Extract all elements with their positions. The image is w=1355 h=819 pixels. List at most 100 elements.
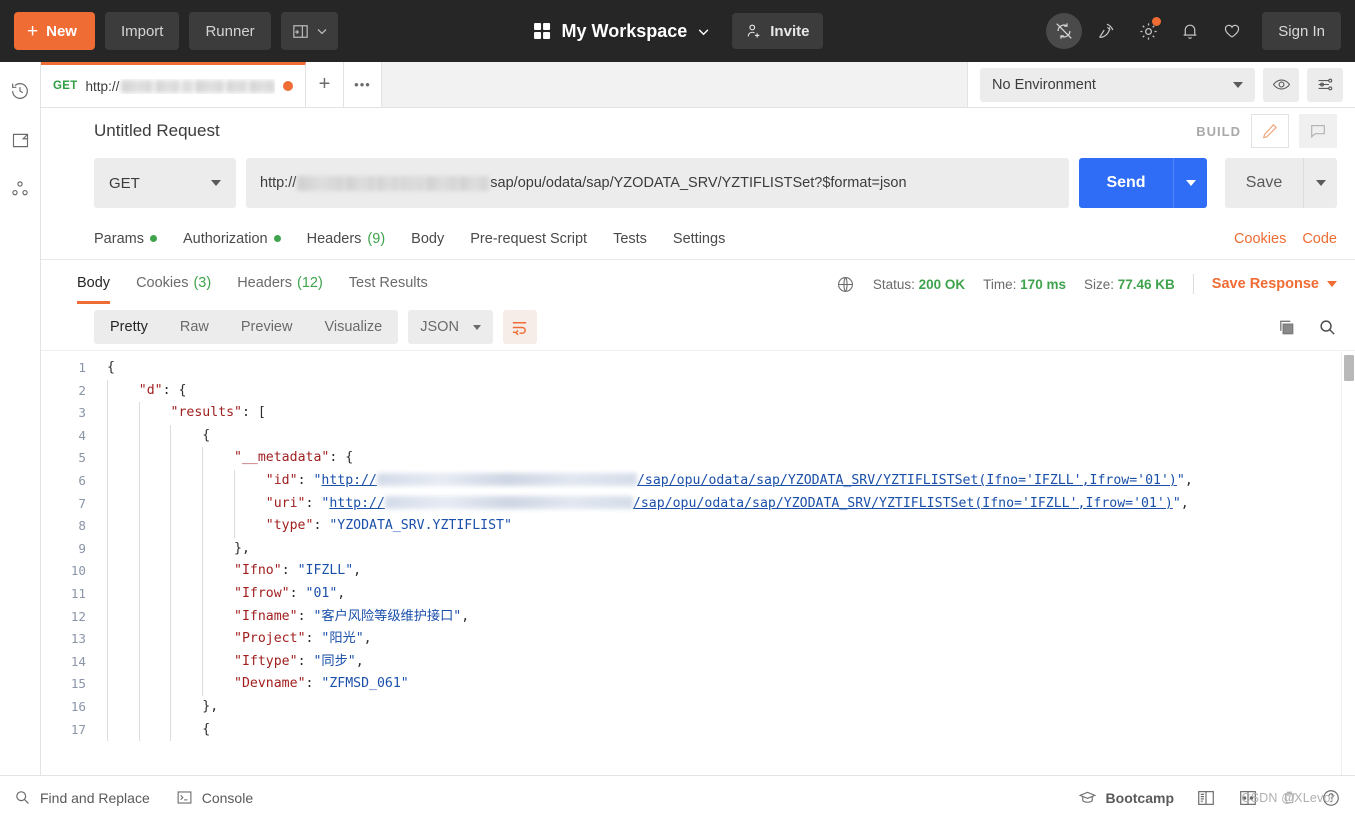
unsaved-changes-dot: [283, 81, 293, 91]
sidebar-item-apis[interactable]: [7, 176, 33, 202]
code-link[interactable]: Code: [1302, 231, 1337, 247]
environment-quick-look-button[interactable]: [1263, 67, 1299, 102]
response-scrollbar[interactable]: [1341, 351, 1355, 775]
indent-guide: [170, 424, 172, 448]
copy-icon[interactable]: [1277, 318, 1296, 337]
search-icon[interactable]: [1318, 318, 1337, 337]
tabs-more-button[interactable]: •••: [344, 62, 382, 107]
code-line: 7 "uri": " http:// /sap/opu/odata/sap/YZOD…: [41, 492, 1341, 516]
find-and-replace-label: Find and Replace: [40, 789, 150, 806]
url-input[interactable]: http:// sap/opu/odata/sap/YZODATA_SRV/YZ…: [246, 158, 1069, 208]
code-token[interactable]: /sap/opu/odata/sap/YZODATA_SRV/YZTIFLIST…: [637, 473, 1177, 488]
globe-icon[interactable]: [836, 275, 855, 294]
send-button-group: Send: [1079, 158, 1207, 208]
url-prefix: http://: [260, 175, 297, 191]
new-window-icon: [291, 22, 310, 41]
workspace-selector[interactable]: My Workspace: [532, 21, 711, 42]
tab-settings[interactable]: Settings: [673, 231, 725, 247]
ellipsis-icon: •••: [354, 77, 371, 92]
workspace-area: My Workspace Invite: [532, 13, 824, 49]
save-button[interactable]: Save: [1225, 158, 1303, 208]
code-token[interactable]: http://: [321, 473, 377, 488]
tab-tests[interactable]: Tests: [613, 231, 647, 247]
bootcamp-button[interactable]: Bootcamp: [1078, 788, 1174, 807]
tab-pre-request-script[interactable]: Pre-request Script: [470, 231, 587, 247]
code-text: {: [99, 425, 1341, 448]
console-button[interactable]: Console: [176, 789, 253, 806]
tab-params[interactable]: Params: [94, 231, 157, 247]
save-options-button[interactable]: [1303, 158, 1337, 208]
tab-label: Settings: [672, 230, 726, 247]
code-text: },: [99, 696, 1341, 719]
notifications-button[interactable]: [1172, 13, 1208, 49]
indent-guide: [138, 537, 140, 561]
trash-icon[interactable]: [1280, 788, 1299, 807]
send-button[interactable]: Send: [1079, 158, 1173, 208]
indent-guide: [233, 515, 235, 538]
response-tab-test-results[interactable]: Test Results: [349, 264, 428, 304]
line-number: 13: [70, 631, 86, 647]
scrollbar-thumb[interactable]: [1344, 355, 1354, 381]
import-button[interactable]: Import: [104, 12, 180, 50]
settings-button[interactable]: [1130, 13, 1166, 49]
indent-guide: [170, 560, 172, 583]
code-token[interactable]: http://: [329, 496, 385, 511]
indent-guide: [138, 695, 140, 719]
environment-settings-button[interactable]: [1307, 67, 1343, 102]
satellite-button[interactable]: [1088, 13, 1124, 49]
find-and-replace-button[interactable]: Find and Replace: [14, 789, 150, 806]
send-options-button[interactable]: [1173, 158, 1207, 208]
tab-label: Test Results: [348, 274, 428, 291]
code-line-content: {: [99, 718, 1341, 742]
size-label: Size:: [1083, 276, 1114, 292]
new-tab-button[interactable]: +: [306, 62, 344, 107]
view-mode-pretty[interactable]: Pretty: [94, 310, 164, 344]
split-pane-view-icon[interactable]: [1238, 788, 1258, 808]
sidebar-item-history[interactable]: [7, 78, 33, 104]
blurred-url-segment: [225, 79, 247, 93]
view-mode-preview[interactable]: Preview: [225, 310, 309, 344]
runner-button[interactable]: Runner: [189, 12, 271, 50]
open-new-window-button[interactable]: [280, 12, 338, 50]
sign-in-button[interactable]: Sign In: [1262, 12, 1341, 50]
tab-authorization[interactable]: Authorization: [183, 231, 281, 247]
response-tab-headers[interactable]: Headers (12): [237, 264, 323, 304]
invite-label: Invite: [770, 22, 810, 40]
request-tabs-links: Cookies Code: [1234, 231, 1337, 247]
code-line: 13 "Project": "阳光",: [41, 628, 1341, 651]
request-tab-active[interactable]: GET http://: [41, 62, 306, 107]
sidebar-item-collections[interactable]: [7, 127, 33, 153]
code-text: {: [99, 719, 1341, 742]
code-token[interactable]: /sap/opu/odata/sap/YZODATA_SRV/YZTIFLIST…: [633, 496, 1173, 511]
indent-guide: [202, 537, 204, 561]
environment-selector[interactable]: No Environment: [980, 67, 1255, 102]
http-method-selector[interactable]: GET: [94, 158, 236, 208]
comments-button[interactable]: [1299, 114, 1337, 148]
view-mode-raw[interactable]: Raw: [164, 310, 225, 344]
edit-request-button[interactable]: [1251, 114, 1289, 148]
code-line-content: "d": {: [99, 379, 1341, 403]
invite-button[interactable]: Invite: [732, 13, 824, 49]
response-tab-cookies[interactable]: Cookies (3): [136, 264, 211, 304]
code-line: 1{: [41, 357, 1341, 380]
tab-label: Params: [94, 230, 144, 247]
indent-guide: [170, 695, 172, 719]
sync-off-button[interactable]: [1046, 13, 1083, 49]
cookies-link[interactable]: Cookies: [1234, 231, 1286, 247]
code-token: :: [297, 608, 314, 624]
tab-headers[interactable]: Headers (9): [307, 231, 386, 247]
two-pane-view-icon[interactable]: [1196, 788, 1216, 808]
tab-count: (12): [297, 274, 323, 291]
body-format-selector[interactable]: JSON: [408, 310, 493, 344]
help-icon[interactable]: [1321, 788, 1341, 808]
json-code-block[interactable]: 1{2 "d": {3 "results": [4 {5 "__metadata…: [41, 351, 1341, 775]
new-button[interactable]: + New: [14, 12, 95, 50]
apis-nodes-icon: [9, 178, 31, 200]
word-wrap-button[interactable]: [502, 310, 537, 344]
tab-body[interactable]: Body: [411, 231, 444, 247]
code-token: :: [305, 631, 322, 647]
response-tab-body[interactable]: Body: [77, 264, 111, 304]
save-response-button[interactable]: Save Response: [1212, 276, 1337, 292]
favorites-button[interactable]: [1214, 13, 1250, 49]
view-mode-visualize[interactable]: Visualize: [308, 310, 398, 344]
